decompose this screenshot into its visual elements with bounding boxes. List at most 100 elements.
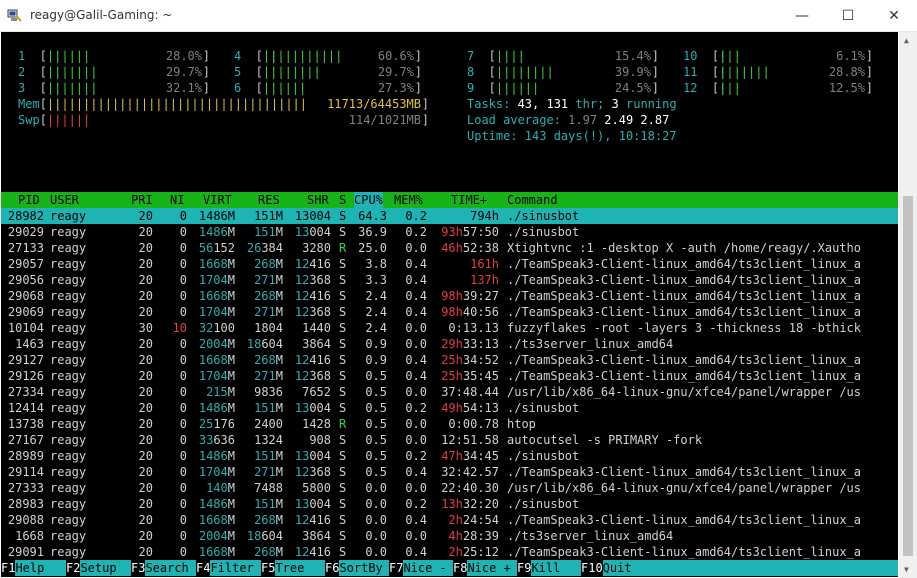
terminal[interactable]: 1 [|||||| 28.0%] 2 [||||||| 29.7%] 3 [||||||| 32… xyxy=(1,32,898,577)
function-label-sortby[interactable]: SortBy xyxy=(339,560,389,576)
table-row[interactable]: 29029 reagy 20 0 1486M 151M 13004 S 36.9 0.2 93h57… xyxy=(1,224,898,240)
meter-bracket-open: [ xyxy=(488,65,496,79)
table-row[interactable]: 27334 reagy 20 0 215M 9836 7652 S 0.5 0.0 37:48.44… xyxy=(1,384,898,400)
cell-res: 9836 xyxy=(254,385,283,399)
cell-mem: 0.0 xyxy=(405,385,427,399)
function-label-nice[interactable]: Nice + xyxy=(467,560,517,576)
cell-ni: 0 xyxy=(179,417,187,431)
cell-pri: 20 xyxy=(138,545,153,559)
cell-ni: 0 xyxy=(179,241,187,255)
cell-pri: 20 xyxy=(138,257,153,271)
header-mem[interactable]: MEM% xyxy=(394,192,423,208)
table-row[interactable]: 29127 reagy 20 0 1668M 268M 12416 S 0.9 0.4 25h34:… xyxy=(1,352,898,368)
function-key-f2: F2 xyxy=(66,560,81,576)
cell-res: 271M xyxy=(254,305,283,319)
cell-res: 1804 xyxy=(254,321,283,335)
uptime-line: Uptime: 143 days(!), 10:18:27 xyxy=(467,128,677,144)
cell-time: 25h35:45 xyxy=(441,369,499,383)
cell-ni: 0 xyxy=(179,401,187,415)
header-pid[interactable]: PID xyxy=(18,192,40,208)
cpu-meter-2: 2 [||||||| 29.7%] xyxy=(18,64,212,80)
cell-pid: 1463 xyxy=(15,337,44,351)
cell-user: reagy xyxy=(50,337,87,351)
header-command[interactable]: Command xyxy=(507,192,558,208)
cell-pri: 20 xyxy=(138,241,153,255)
meter-bracket-close: ] xyxy=(651,49,659,63)
cell-user: reagy xyxy=(50,385,87,399)
header-user[interactable]: USER xyxy=(50,192,79,208)
header-shr[interactable]: SHR xyxy=(307,192,329,208)
header-state[interactable]: S xyxy=(339,192,346,208)
cell-state: S xyxy=(339,465,347,479)
table-row[interactable]: 10104 reagy 30 10 32100 1804 1440 S 2.4 0.0 0:13.1… xyxy=(1,320,898,336)
cell-shr: 3864 xyxy=(302,576,331,577)
uptime-label: Uptime: xyxy=(467,129,525,143)
table-row[interactable]: 1463 reagy 20 0 2004M 18604 3864 S 0.9 0.0 29h33:1… xyxy=(1,336,898,352)
function-label-quit[interactable]: Quit xyxy=(602,560,898,576)
table-row[interactable]: 1666 reagy 20 0 2004M 18604 3864 S 0.0 0.0 4h28:39… xyxy=(1,576,898,577)
header-pri[interactable]: PRI xyxy=(131,192,153,208)
table-row[interactable]: 28982 reagy 20 0 1486M 151M 13004 S 64.3 0.2 794h.… xyxy=(1,208,898,224)
cpu-bar: ||||||| xyxy=(46,65,98,79)
cell-shr: 908 xyxy=(309,433,331,447)
cell-pri: 20 xyxy=(138,401,153,415)
function-label-nice[interactable]: Nice - xyxy=(403,560,453,576)
swp-value: 114/1021MB xyxy=(348,113,421,127)
table-row[interactable]: 27333 reagy 20 0 140M 7488 5800 S 0.0 0.0 22:40.30… xyxy=(1,480,898,496)
table-row[interactable]: 29069 reagy 20 0 1704M 271M 12368 S 2.4 0.4 98h40:… xyxy=(1,304,898,320)
cell-shr: 13004 xyxy=(294,497,331,511)
table-row[interactable]: 28983 reagy 20 0 1486M 151M 13004 S 0.0 0.2 13h32:… xyxy=(1,496,898,512)
cell-ni: 0 xyxy=(179,529,187,543)
table-row[interactable]: 27133 reagy 20 0 56152 26384 3280 R 25.0 0.0 46h52… xyxy=(1,240,898,256)
function-label-kill[interactable]: Kill xyxy=(531,560,581,576)
cell-virt: 215M xyxy=(206,385,235,399)
table-header[interactable]: PID USER PRI NI VIRT RES SHR S CPU% MEM%… xyxy=(1,192,898,208)
scrollbar-thumb[interactable] xyxy=(903,196,913,556)
cpu-percent: 29.7% xyxy=(165,65,202,79)
close-icon[interactable]: ✕ xyxy=(871,0,917,31)
cpu-meter-9: 9 [|||||| 24.5%] xyxy=(467,80,661,96)
cell-cpu: 0.0 xyxy=(365,529,387,543)
table-row[interactable]: 29088 reagy 20 0 1668M 268M 12416 S 0.0 0.4 2h24:5… xyxy=(1,512,898,528)
table-row[interactable]: 29114 reagy 20 0 1704M 271M 12368 S 0.5 0.4 32:42.… xyxy=(1,464,898,480)
table-row[interactable]: 29068 reagy 20 0 1668M 268M 12416 S 2.4 0.4 98h39:… xyxy=(1,288,898,304)
function-label-filter[interactable]: Filter xyxy=(210,560,261,576)
table-row[interactable]: 28989 reagy 20 0 1486M 151M 13004 S 0.5 0.2 47h34:… xyxy=(1,448,898,464)
header-ni[interactable]: NI xyxy=(170,192,184,208)
header-cpu[interactable]: CPU% xyxy=(354,192,383,208)
table-row[interactable]: 29091 reagy 20 0 1668M 268M 12416 S 0.0 0.4 2h25:1… xyxy=(1,544,898,560)
minimize-icon[interactable]: — xyxy=(779,0,825,31)
maximize-icon[interactable]: ☐ xyxy=(825,0,871,31)
cell-pri: 20 xyxy=(138,513,153,527)
function-key-f9: F9 xyxy=(517,560,532,576)
function-label-tree[interactable]: Tree xyxy=(275,560,325,576)
scrollbar[interactable]: ▲ ▼ xyxy=(899,32,917,578)
header-virt[interactable]: VIRT xyxy=(203,192,232,208)
scroll-down-arrow-icon[interactable]: ▼ xyxy=(904,565,909,574)
header-time[interactable]: TIME+ xyxy=(451,192,487,208)
table-row[interactable]: 1668 reagy 20 0 2004M 18604 3864 S 0.0 0.0 4h28:39… xyxy=(1,528,898,544)
cell-time: 2h25:12 xyxy=(448,545,499,559)
cell-shr: 13004 xyxy=(294,401,331,415)
table-row[interactable]: 27167 reagy 20 0 33636 1324 908 S 0.5 0.0 12:51.58… xyxy=(1,432,898,448)
putty-icon[interactable] xyxy=(7,7,23,23)
table-row[interactable]: 29056 reagy 20 0 1704M 271M 12368 S 3.3 0.4 137h ./… xyxy=(1,272,898,288)
cell-virt: 1486M xyxy=(198,497,235,511)
function-label-search[interactable]: Search xyxy=(145,560,196,576)
title-bar: reagy@Galil-Gaming: ~ — ☐ ✕ xyxy=(0,0,917,32)
table-row[interactable]: 29057 reagy 20 0 1668M 268M 12416 S 3.8 0.4 161h ./… xyxy=(1,256,898,272)
function-label-setup[interactable]: Setup xyxy=(80,560,131,576)
table-row[interactable]: 12414 reagy 20 0 1486M 151M 13004 S 0.5 0.2 49h54:… xyxy=(1,400,898,416)
cell-pri: 20 xyxy=(138,417,153,431)
cell-time: 794h xyxy=(470,209,499,223)
scroll-up-arrow-icon[interactable]: ▲ xyxy=(904,36,909,45)
cell-shr: 12416 xyxy=(294,257,331,271)
table-row[interactable]: 13738 reagy 20 0 25176 2400 1428 R 0.5 0.0 0:00.78… xyxy=(1,416,898,432)
header-res[interactable]: RES xyxy=(258,192,280,208)
table-row[interactable]: 29126 reagy 20 0 1704M 271M 12368 S 0.5 0.4 25h35:… xyxy=(1,368,898,384)
threads-label: thr; xyxy=(568,97,612,111)
cell-pri: 20 xyxy=(138,497,153,511)
function-label-help[interactable]: Help xyxy=(15,560,66,576)
cell-pid: 13738 xyxy=(7,417,44,431)
cell-res: 18604 xyxy=(246,529,283,543)
